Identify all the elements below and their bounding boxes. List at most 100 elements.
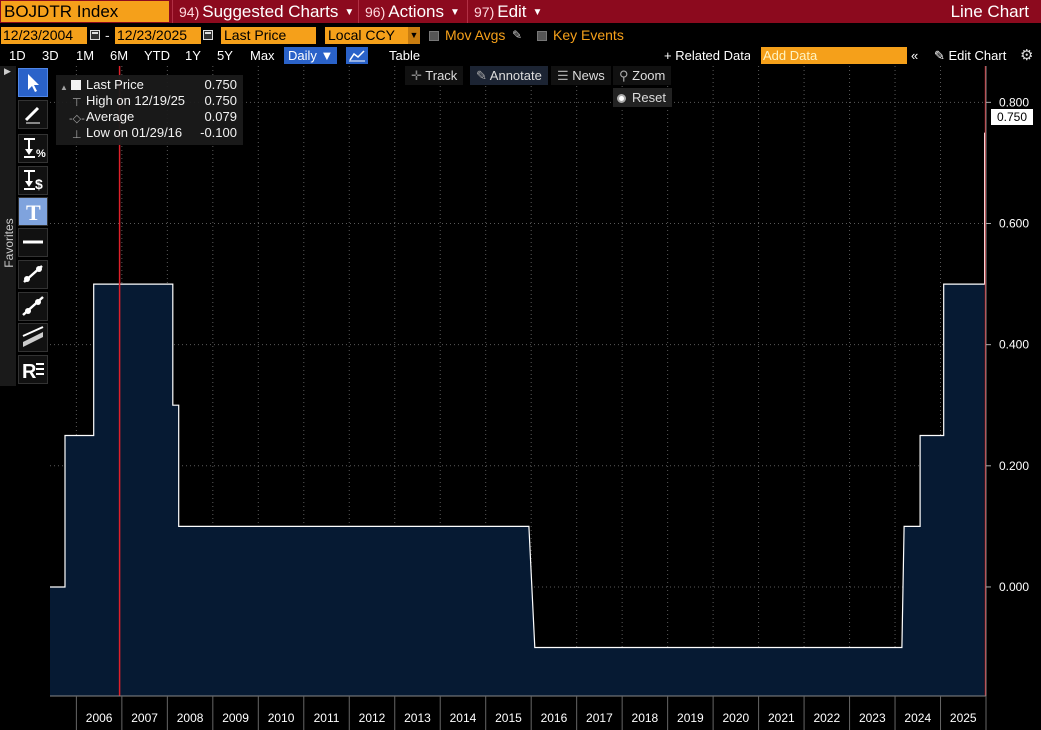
percent-measure-tool[interactable]: % (18, 134, 48, 163)
legend-label: Average (86, 109, 135, 124)
favorites-strip[interactable]: ▶ Favorites (0, 66, 16, 386)
key-events-checkbox[interactable] (537, 31, 547, 41)
period-max[interactable]: Max (250, 47, 275, 64)
period-1d[interactable]: 1D (9, 47, 26, 64)
channel-line-tool[interactable] (18, 292, 48, 321)
pencil-tool[interactable] (18, 100, 48, 129)
trend-line-tool[interactable] (18, 260, 48, 289)
currency-select[interactable]: Local CCY (325, 27, 408, 44)
period-5y[interactable]: 5Y (217, 47, 233, 64)
legend-value: -0.100 (200, 125, 237, 140)
chart-legend[interactable]: ▲ Last Price 0.750 ⊤ High on 12/19/25 0.… (56, 75, 243, 145)
cursor-icon (28, 74, 39, 92)
reset-button[interactable]: Reset (613, 88, 672, 107)
range-dash: - (105, 27, 110, 43)
y-tick-label: 0.400 (999, 338, 1029, 352)
zoom-button[interactable]: ⚲ Zoom (613, 66, 672, 85)
currency-dropdown-icon[interactable]: ▼ (408, 27, 420, 44)
legend-value: 0.750 (204, 77, 237, 92)
period-1m[interactable]: 1M (76, 47, 94, 64)
chart-style-button[interactable] (346, 47, 368, 64)
x-tick-label: 2009 (222, 711, 249, 725)
collapse-icon[interactable]: « (911, 47, 918, 64)
x-tick-label: 2019 (677, 711, 704, 725)
drawing-tool-palette: ▶ Favorites % $ T R (0, 66, 50, 386)
actions-menu[interactable]: 96) Actions ▼ (358, 0, 460, 23)
y-tick-label: 0.600 (999, 217, 1029, 231)
period-3d[interactable]: 3D (42, 47, 59, 64)
line-chart-icon (349, 50, 365, 62)
calendar-icon[interactable] (203, 30, 213, 40)
horizontal-line-tool[interactable] (18, 228, 48, 257)
legend-label: Last Price (86, 77, 144, 92)
legend-label: Low on 01/29/16 (86, 125, 183, 140)
table-button[interactable]: Table (389, 47, 420, 64)
legend-last-price: ▲ Last Price 0.750 (56, 77, 243, 93)
text-tool[interactable]: T (18, 197, 48, 226)
x-tick-label: 2011 (314, 711, 340, 725)
last-price-tag: 0.750 (991, 109, 1033, 125)
start-date-field[interactable]: 12/23/2004 (1, 27, 87, 44)
ticker-input[interactable]: BOJDTR Index (1, 1, 169, 22)
menu-label: Suggested Charts (202, 2, 339, 21)
title-bar: BOJDTR Index 94) Suggested Charts ▼ 96) Act… (0, 0, 1041, 23)
mov-avgs-checkbox[interactable] (429, 31, 439, 41)
annotate-button[interactable]: ✎ Annotate (470, 66, 548, 85)
x-tick-label: 2008 (177, 711, 204, 725)
caret-down-icon: ▼ (344, 7, 355, 18)
calendar-icon[interactable] (90, 30, 100, 40)
caret-down-icon: ▼ (449, 7, 460, 18)
regression-icon: R (22, 361, 44, 383)
key-events-label[interactable]: Key Events (553, 27, 624, 44)
x-tick-label: 2007 (131, 711, 158, 725)
x-tick-label: 2017 (586, 711, 613, 725)
y-tick-label: 0.200 (999, 459, 1029, 473)
mov-avgs-label[interactable]: Mov Avgs (445, 27, 505, 44)
x-tick-label: 2020 (723, 711, 750, 725)
expand-arrow-icon[interactable]: ▶ (4, 66, 11, 77)
horizontal-line-icon (23, 240, 43, 244)
track-button[interactable]: ✛ Track (405, 66, 464, 85)
pencil-icon[interactable]: ✎ (512, 28, 522, 42)
x-tick-label: 2013 (404, 711, 431, 725)
x-axis: 2006 2007 2008 2009 2010 2011 2012 2013 2014 2015… (75, 696, 987, 730)
trend-line-icon (23, 265, 43, 283)
edit-menu[interactable]: 97) Edit ▼ (467, 0, 542, 23)
dollar-measure-tool[interactable]: $ (18, 166, 48, 195)
news-button[interactable]: ☰ News (551, 66, 611, 85)
menu-label: Edit (497, 2, 527, 21)
reset-label: Reset (632, 90, 666, 105)
channel-line-icon (22, 296, 44, 316)
annotate-pencil-icon: ✎ (476, 68, 490, 83)
regression-tool[interactable]: R (18, 355, 48, 384)
field-select[interactable]: Last Price (221, 27, 316, 44)
period-1y[interactable]: 1Y (185, 47, 201, 64)
add-data-input[interactable]: Add Data (761, 47, 907, 64)
x-tick-label: 2024 (904, 711, 931, 725)
suggested-charts-menu[interactable]: 94) Suggested Charts ▼ (172, 0, 354, 23)
fib-tool[interactable] (18, 323, 48, 352)
svg-text:T: T (26, 200, 41, 225)
related-data-button[interactable]: + Related Data (664, 47, 750, 64)
x-tick-label: 2021 (768, 711, 795, 725)
period-ytd[interactable]: YTD (144, 47, 170, 64)
zoom-label: Zoom (632, 68, 666, 83)
news-icon: ☰ (557, 68, 573, 83)
y-tick-label: 0.000 (999, 580, 1029, 594)
end-date-field[interactable]: 12/23/2025 (115, 27, 201, 44)
menu-label: Actions (388, 2, 444, 21)
legend-value: 0.750 (204, 93, 237, 108)
price-chart[interactable]: 2006 2007 2008 2009 2010 2011 2012 2013 2014 2015… (0, 66, 1041, 730)
x-tick-label: 2016 (541, 711, 568, 725)
date-range-row: 12/23/2004 - 12/23/2025 Last Price Local… (0, 26, 1041, 46)
x-tick-label: 2015 (495, 711, 522, 725)
frequency-select[interactable]: Daily ▼ (284, 47, 338, 64)
menu-number: 97) (474, 4, 495, 20)
period-6m[interactable]: 6M (110, 47, 128, 64)
legend-high: ⊤ High on 12/19/25 0.750 (56, 93, 243, 109)
edit-chart-button[interactable]: ✎ Edit Chart (934, 47, 1006, 64)
favorites-label: Favorites (2, 218, 16, 268)
gear-icon[interactable]: ⚙ (1020, 46, 1033, 64)
cursor-tool[interactable] (18, 68, 48, 97)
reset-icon (617, 94, 626, 103)
